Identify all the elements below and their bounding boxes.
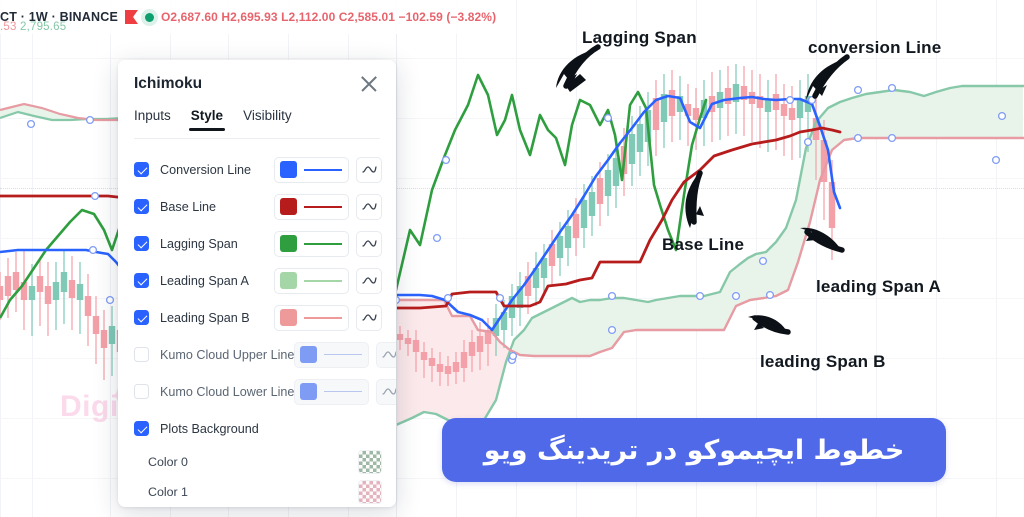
color-swatch-kumo-cloud-lower-line[interactable] bbox=[300, 383, 318, 400]
label-leading-span-b: Leading Span B bbox=[160, 310, 250, 325]
flag-icon bbox=[124, 10, 138, 24]
wave-curve-icon-lagging-span[interactable] bbox=[356, 230, 382, 257]
ohlc-values: O2,687.60 H2,695.93 L2,112.00 C2,585.01 … bbox=[160, 10, 497, 24]
label-plots-background: Plots Background bbox=[160, 421, 259, 436]
annotation-leading-span-a: leading Span A bbox=[816, 277, 941, 296]
line-preview-leading-span-b[interactable] bbox=[304, 316, 342, 319]
persian-title-banner: خطوط ایچیموکو در تریدینگ ویو bbox=[442, 418, 946, 482]
ticker-header: CT · 1W · BINANCE O2,687.60 H2,695.93 L2… bbox=[0, 0, 497, 34]
checkbox-kumo-cloud-upper-line[interactable] bbox=[134, 347, 149, 362]
label-kumo-cloud-upper-line: Kumo Cloud Upper Line bbox=[160, 347, 295, 362]
color-swatch-color-0[interactable] bbox=[358, 450, 382, 474]
candlesticks-left-pane bbox=[0, 250, 124, 386]
line-preview-leading-span-a[interactable] bbox=[304, 279, 342, 282]
wave-curve-icon-leading-span-b[interactable] bbox=[356, 304, 382, 331]
label-color-0: Color 0 bbox=[148, 455, 188, 469]
annotation-lagging-span: Lagging Span bbox=[582, 28, 697, 47]
style-row-color-0: Color 0 bbox=[118, 447, 396, 477]
color-control-lagging-span[interactable] bbox=[274, 230, 349, 257]
dialog-title: Ichimoku bbox=[134, 75, 203, 92]
checkbox-leading-span-a[interactable] bbox=[134, 273, 149, 288]
annotation-base-line: Base Line bbox=[662, 235, 745, 254]
style-row-kumo-cloud-lower-line: Kumo Cloud Lower Line bbox=[118, 373, 396, 410]
color-swatch-leading-span-a[interactable] bbox=[280, 272, 297, 289]
checkbox-conversion-line[interactable] bbox=[134, 162, 149, 177]
app-root: Digi Traderz.com CT · 1W · BINANCE O2,68… bbox=[0, 0, 1024, 517]
tab-visibility[interactable]: Visibility bbox=[243, 108, 292, 131]
chart-pane-divider bbox=[396, 0, 397, 517]
style-row-kumo-cloud-upper-line: Kumo Cloud Upper Line bbox=[118, 336, 396, 373]
checkbox-plots-background[interactable] bbox=[134, 421, 149, 436]
color-control-leading-span-a[interactable] bbox=[274, 267, 349, 294]
persian-title-text: خطوط ایچیموکو در تریدینگ ویو bbox=[483, 434, 905, 466]
style-row-color-1: Color 1 bbox=[118, 477, 396, 507]
style-row-lagging-span: Lagging Span bbox=[118, 225, 396, 262]
line-preview-conversion-line[interactable] bbox=[304, 168, 342, 171]
color-swatch-leading-span-b[interactable] bbox=[280, 309, 297, 326]
ticker-secondary-right: 2,795.65 bbox=[20, 21, 67, 33]
color-swatch-conversion-line[interactable] bbox=[280, 161, 297, 178]
tab-inputs[interactable]: Inputs bbox=[134, 108, 171, 131]
close-icon[interactable] bbox=[356, 71, 382, 97]
status-dot-icon bbox=[144, 12, 154, 22]
ticker-secondary-left: .53 bbox=[0, 21, 17, 33]
color-control-conversion-line[interactable] bbox=[274, 156, 349, 183]
checkbox-lagging-span[interactable] bbox=[134, 236, 149, 251]
ichimoku-settings-dialog: Ichimoku Inputs Style Visibility Convers… bbox=[118, 60, 396, 507]
tab-style[interactable]: Style bbox=[188, 108, 226, 131]
line-preview-lagging-span[interactable] bbox=[304, 242, 342, 245]
color-control-kumo-cloud-upper-line[interactable] bbox=[294, 341, 370, 368]
line-preview-kumo-cloud-lower-line[interactable] bbox=[324, 391, 363, 392]
dialog-header: Ichimoku bbox=[118, 60, 396, 108]
label-lagging-span: Lagging Span bbox=[160, 236, 238, 251]
label-color-1: Color 1 bbox=[148, 485, 188, 499]
checkbox-leading-span-b[interactable] bbox=[134, 310, 149, 325]
dialog-tabs: Inputs Style Visibility bbox=[118, 108, 396, 139]
label-leading-span-a: Leading Span A bbox=[160, 273, 249, 288]
style-rows-list: Conversion Line Base Line Lagging Span Lead… bbox=[118, 139, 396, 507]
style-row-conversion-line: Conversion Line bbox=[118, 151, 396, 188]
label-kumo-cloud-lower-line: Kumo Cloud Lower Line bbox=[160, 384, 295, 399]
color-swatch-lagging-span[interactable] bbox=[280, 235, 297, 252]
wave-curve-icon-base-line[interactable] bbox=[356, 193, 382, 220]
wave-curve-icon-kumo-cloud-upper-line[interactable] bbox=[376, 341, 396, 368]
color-control-leading-span-b[interactable] bbox=[274, 304, 349, 331]
color-swatch-color-1[interactable] bbox=[358, 480, 382, 504]
color-swatch-base-line[interactable] bbox=[280, 198, 297, 215]
line-preview-kumo-cloud-upper-line[interactable] bbox=[324, 354, 363, 355]
checkbox-base-line[interactable] bbox=[134, 199, 149, 214]
label-base-line: Base Line bbox=[160, 199, 217, 214]
line-preview-base-line[interactable] bbox=[304, 205, 342, 208]
annotation-leading-span-b: leading Span B bbox=[760, 352, 886, 371]
style-row-leading-span-b: Leading Span B bbox=[118, 299, 396, 336]
color-swatch-kumo-cloud-upper-line[interactable] bbox=[300, 346, 318, 363]
style-row-plots-background: Plots Background bbox=[118, 410, 396, 447]
wave-curve-icon-conversion-line[interactable] bbox=[356, 156, 382, 183]
wave-curve-icon-kumo-cloud-lower-line[interactable] bbox=[376, 378, 396, 405]
ticker-secondary-values: .53 2,795.65 bbox=[0, 21, 66, 33]
style-row-base-line: Base Line bbox=[118, 188, 396, 225]
label-conversion-line: Conversion Line bbox=[160, 162, 252, 177]
style-row-leading-span-a: Leading Span A bbox=[118, 262, 396, 299]
color-control-kumo-cloud-lower-line[interactable] bbox=[294, 378, 370, 405]
checkbox-kumo-cloud-lower-line[interactable] bbox=[134, 384, 149, 399]
color-control-base-line[interactable] bbox=[274, 193, 349, 220]
annotation-conversion-line: conversion Line bbox=[808, 38, 942, 57]
wave-curve-icon-leading-span-a[interactable] bbox=[356, 267, 382, 294]
